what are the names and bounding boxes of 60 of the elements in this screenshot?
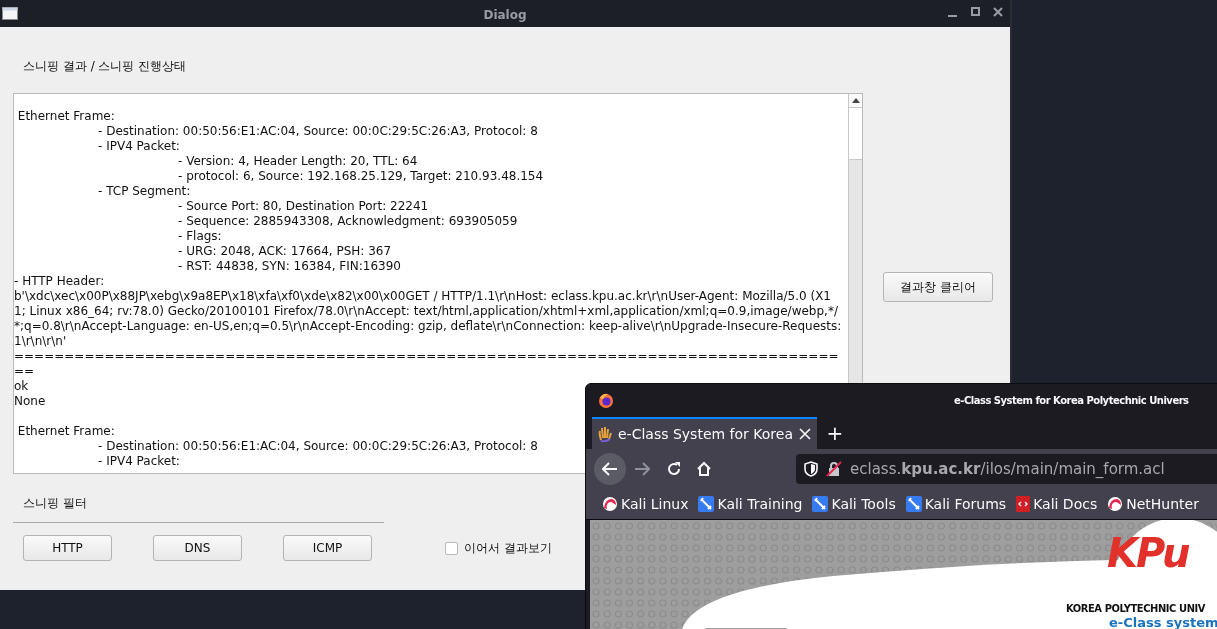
maximize-button[interactable] bbox=[970, 5, 982, 19]
url-text: eclass.kpu.ac.kr/ilos/main/main_form.acl bbox=[850, 458, 1165, 480]
window-title: Dialog bbox=[483, 7, 527, 24]
log-line: - URG: 2048, ACK: 17664, PSH: 367 bbox=[177, 244, 392, 259]
organization-name: KOREA POLYTECHNIC UNIV bbox=[1066, 602, 1206, 615]
bookmark[interactable]: Kali Training bbox=[698, 493, 803, 515]
tool-icon bbox=[905, 496, 922, 512]
log-line: - HTTP Header: bbox=[14, 274, 105, 289]
tool-icon bbox=[698, 496, 715, 512]
clear-button[interactable]: 결과창 클리어 bbox=[883, 272, 993, 302]
log-line: - Version: 4, Header Length: 20, TTL: 64 bbox=[177, 154, 418, 169]
filter-button[interactable]: HTTP bbox=[23, 535, 112, 561]
log-line: - Destination: 00:50:56:E1:AC:04, Source: 00:0C:29:5C:26:A3, Protocol: 8 bbox=[97, 439, 538, 454]
bookmark[interactable]: NetHunter bbox=[1107, 493, 1199, 515]
log-line: Ethernet Frame: bbox=[16, 109, 115, 124]
bookmark[interactable]: Kali Linux bbox=[602, 493, 689, 515]
browser-logo-icon bbox=[598, 392, 614, 409]
log-line: - IPV4 Packet: bbox=[97, 454, 180, 469]
scroll-thumb[interactable] bbox=[849, 108, 862, 160]
filter-button[interactable]: ICMP bbox=[283, 535, 372, 561]
log-line: None bbox=[14, 394, 46, 409]
back-button[interactable] bbox=[594, 453, 626, 485]
log-line: b'\xdc\xec\x00P\x88JP\xebg\x9a8EP\x18\xfa\xf0\xde\x82\x00\x00GET / HTTP/1.1\r\nHost: eclass.kpu.ac.kr\r\nUser-Agent: Mozilla/5.0 (X11; Linux x86_64; rv:78.0) Gecko/20100101 Firefox/78.0\r\nAccept: text/html,application/xhtml+xml,application/xml;q=0.9,image/webp,*/*;q=0.8\r\nAccept-Language: en-US,en;q=0.5\r\nAccept-Encoding: gzip, deflate\r\nConnection: keep-alive\r\nUpgrade-Insecure-Requests: 1\r\n\r\n' bbox=[14, 289, 842, 349]
back-arrow-icon[interactable] bbox=[602, 462, 618, 476]
shield-icon[interactable] bbox=[804, 461, 818, 477]
log-line: - Destination: 00:50:56:E1:AC:04, Source: 00:0C:29:5C:26:A3, Protocol: 8 bbox=[97, 124, 538, 139]
system-name: e-Class system bbox=[1109, 615, 1217, 629]
close-tab-icon[interactable] bbox=[799, 428, 811, 440]
log-line: Ethernet Frame: bbox=[16, 424, 115, 439]
scroll-up-icon[interactable] bbox=[851, 98, 860, 103]
checkbox-label: 이어서 결과보기 bbox=[464, 540, 552, 557]
bookmark[interactable]: Kali Tools bbox=[812, 493, 896, 515]
filter-label: 스니핑 필터 bbox=[23, 495, 87, 512]
browser-tab[interactable]: e-Class System for Korea bbox=[592, 417, 817, 449]
checkbox[interactable] bbox=[445, 541, 458, 555]
document-icon bbox=[1016, 496, 1031, 512]
log-line: - Sequence: 2885943308, Acknowledgment: 693905059 bbox=[177, 214, 518, 229]
new-tab-button[interactable]: + bbox=[817, 417, 853, 449]
forward-icon[interactable] bbox=[634, 462, 650, 476]
hand-icon bbox=[598, 426, 612, 442]
insecure-lock-icon[interactable] bbox=[826, 461, 842, 477]
reload-icon[interactable] bbox=[666, 461, 682, 477]
filter-button[interactable]: DNS bbox=[153, 535, 242, 561]
bookmark[interactable]: Kali Forums bbox=[905, 493, 1007, 515]
log-line: - TCP Segment: bbox=[97, 184, 191, 199]
log-line: - Source Port: 80, Destination Port: 22241 bbox=[177, 199, 429, 214]
section-heading: 스니핑 결과 / 스니핑 진행상태 bbox=[23, 58, 187, 75]
browser-title: e-Class System for Korea Polytechnic Univers bbox=[954, 394, 1189, 408]
logo: KPu bbox=[1107, 530, 1189, 576]
bookmark[interactable]: Kali Docs bbox=[1016, 493, 1098, 515]
address-bar[interactable]: eclass.kpu.ac.kr/ilos/main/main_form.acl bbox=[796, 454, 1217, 484]
log-line: ok bbox=[14, 379, 29, 394]
tool-icon bbox=[812, 496, 829, 512]
window-icon bbox=[2, 7, 18, 20]
log-line: - Flags: bbox=[177, 229, 222, 244]
log-line: - IPV4 Packet: bbox=[97, 139, 180, 154]
home-icon[interactable] bbox=[696, 461, 712, 477]
close-button[interactable] bbox=[992, 5, 1004, 19]
log-line: - RST: 44838, SYN: 16384, FIN:16390 bbox=[177, 259, 401, 274]
log-line: - protocol: 6, Source: 192.168.25.129, Target: 210.93.48.154 bbox=[177, 169, 544, 184]
